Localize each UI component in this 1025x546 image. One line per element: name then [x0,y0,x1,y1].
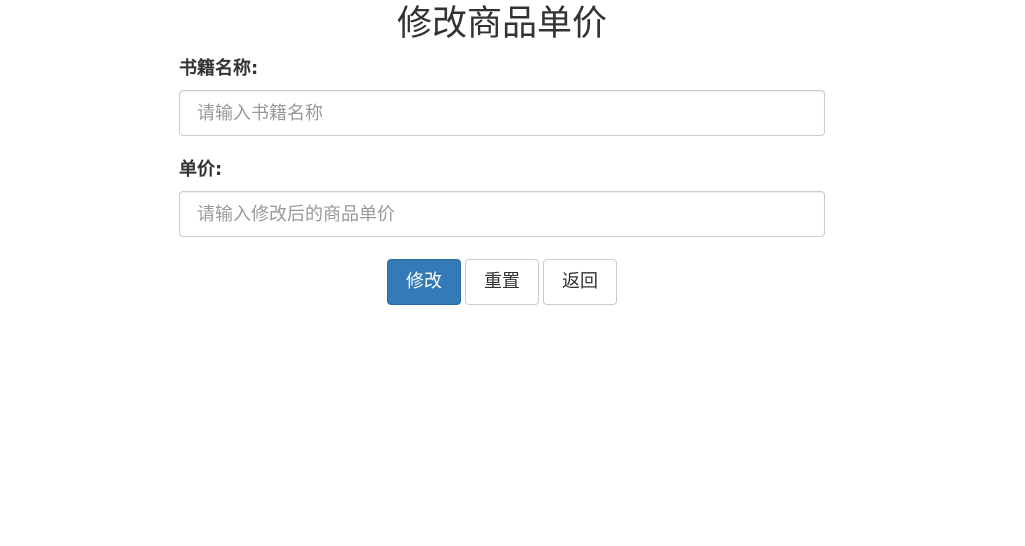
book-name-label: 书籍名称: [179,58,259,79]
button-row: 修改 重置 返回 [179,259,825,305]
price-input[interactable] [179,191,825,237]
reset-button[interactable]: 重置 [465,259,539,305]
back-button[interactable]: 返回 [543,259,617,305]
page-title: 修改商品单价 [396,4,607,44]
price-group: 单价: [179,157,825,237]
price-label: 单价: [179,159,223,180]
book-name-input[interactable] [179,90,825,136]
book-name-group: 书籍名称: [179,56,825,136]
submit-button[interactable]: 修改 [387,259,461,305]
